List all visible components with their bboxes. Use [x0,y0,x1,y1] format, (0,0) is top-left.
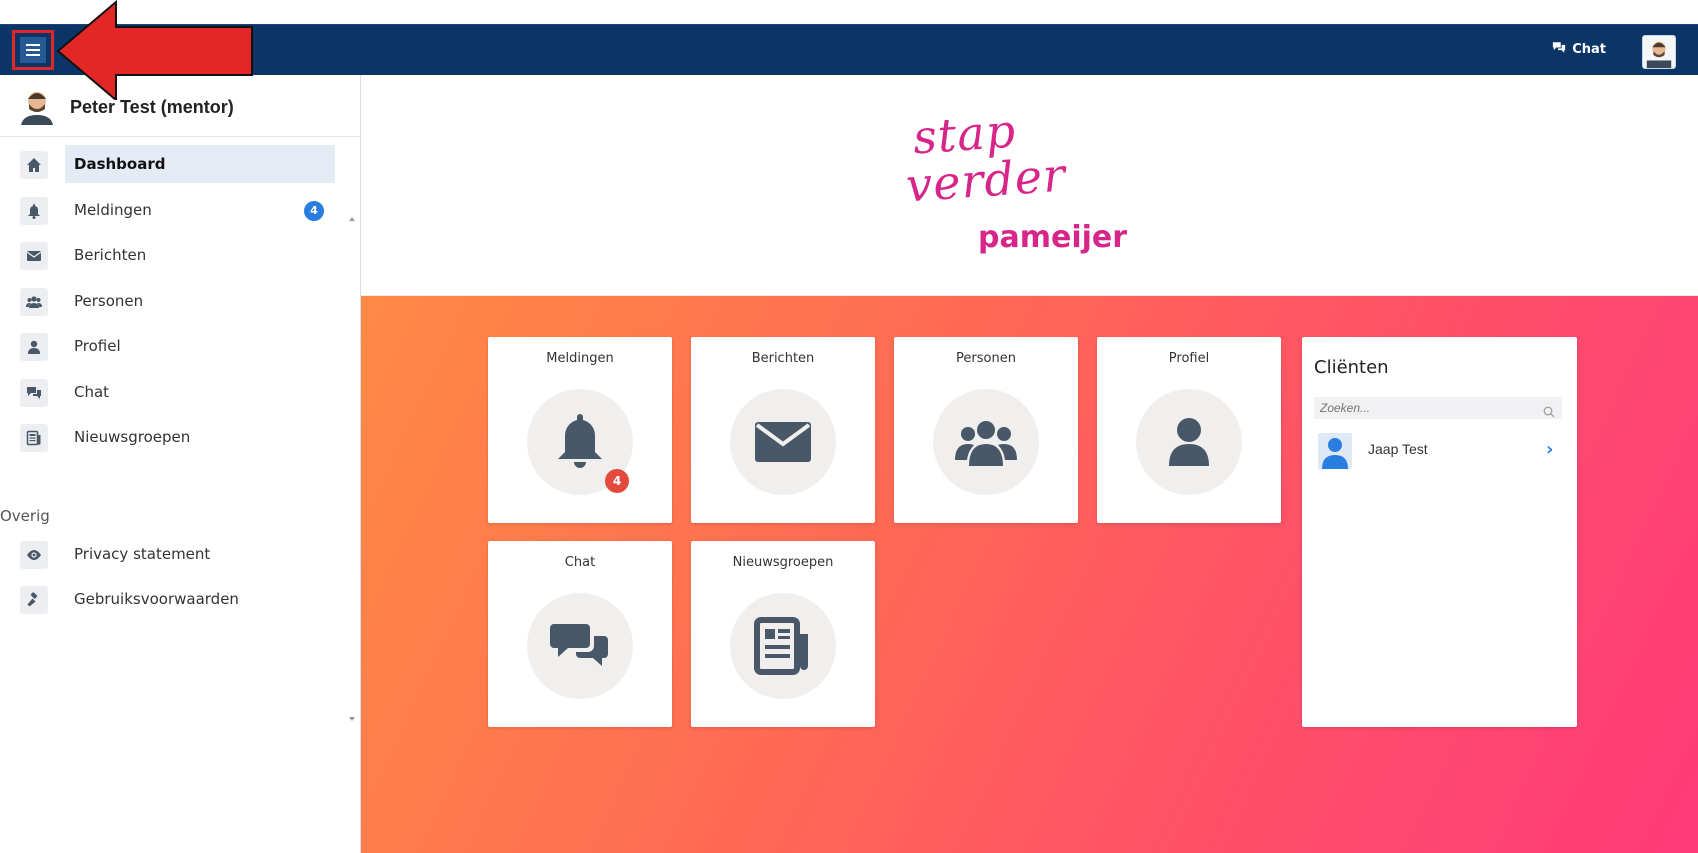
user-avatar-icon[interactable] [1642,35,1676,69]
envelope-icon [730,389,836,495]
tile-title: Personen [956,351,1016,366]
app-page: Chat Peter Test (mentor) Dashboard Meldi… [0,0,1698,853]
sidebar-item-label: Berichten [74,246,147,264]
sidebar-item-personen[interactable]: Personen [0,282,346,322]
sidebar-scrollbar[interactable] [347,137,357,727]
sidebar-item-label: Meldingen [74,201,152,219]
tile-berichten[interactable]: Berichten [691,337,875,523]
logo-line-verder: verder [904,147,1068,213]
sidebar-item-label: Chat [74,383,110,401]
newspaper-icon [20,424,48,452]
tile-title: Berichten [751,351,815,366]
sidebar-user-header: Peter Test (mentor) [0,75,360,137]
sidebar-section-overig: Overig [0,507,50,525]
sidebar-item-chat[interactable]: Chat [0,373,346,413]
home-icon [20,151,48,179]
sidebar-item-dashboard[interactable]: Dashboard [0,145,346,185]
eye-icon [20,541,48,569]
sidebar-item-label: Profiel [74,337,121,355]
tile-title: Meldingen [546,351,614,366]
avatar [18,87,56,125]
sidebar: Peter Test (mentor) Dashboard Meldingen … [0,75,361,853]
sidebar-item-label: Personen [74,292,144,310]
search-icon[interactable] [1543,403,1555,418]
tile-chat[interactable]: Chat [488,541,672,727]
sidebar-item-label: Gebruiksvoorwaarden [74,590,239,608]
tile-nieuwsgroepen[interactable]: Nieuwsgroepen [691,541,875,727]
chat-bubbles-icon [1552,41,1566,58]
chat-icon [20,379,48,407]
sidebar-item-privacy[interactable]: Privacy statement [0,535,346,575]
gavel-icon [20,586,48,614]
users-icon [933,389,1039,495]
sidebar-item-nieuwsgroepen[interactable]: Nieuwsgroepen [0,418,346,458]
sidebar-item-berichten[interactable]: Berichten [0,236,346,276]
sidebar-item-label: Privacy statement [74,545,211,563]
topbar-chat-label: Chat [1572,42,1606,57]
notification-count-badge: 4 [304,201,324,221]
dashboard-main: Meldingen 4 Berichten Personen Profiel C… [361,296,1698,853]
hamburger-icon [20,37,46,63]
client-name: Jaap Test [1368,441,1428,457]
newspaper-icon [730,593,836,699]
user-name: Peter Test (mentor) [70,97,234,117]
user-icon [1136,389,1242,495]
bell-icon [20,197,48,225]
chat-icon [527,593,633,699]
sidebar-item-profiel[interactable]: Profiel [0,327,346,367]
sidebar-item-gebruiksvoorwaarden[interactable]: Gebruiksvoorwaarden [0,580,346,620]
sidebar-item-label: Dashboard [65,145,335,183]
sidebar-item-label: Nieuwsgroepen [74,428,191,446]
top-navbar: Chat [0,24,1698,75]
user-icon [20,333,48,361]
tile-title: Profiel [1168,351,1210,366]
users-icon [20,288,48,316]
clients-title: Cliënten [1314,357,1389,378]
clients-panel: Cliënten Jaap Test › [1302,337,1577,727]
sidebar-item-meldingen[interactable]: Meldingen 4 [0,191,346,231]
scroll-down-arrow-icon[interactable] [349,717,355,721]
header-logo-area: stap verder pameijer [361,75,1698,296]
clients-search-input[interactable] [1314,397,1562,419]
envelope-icon [20,242,48,270]
tile-personen[interactable]: Personen [894,337,1078,523]
logo-line-pameijer: pameijer [978,220,1128,255]
client-avatar-icon [1318,433,1352,469]
tile-title: Chat [564,555,596,570]
chevron-right-icon[interactable]: › [1546,439,1553,460]
menu-toggle-button[interactable] [12,30,54,70]
list-item[interactable]: Jaap Test › [1314,431,1562,471]
tile-title: Nieuwsgroepen [732,555,834,570]
scroll-up-arrow-icon[interactable] [349,217,355,221]
tile-profiel[interactable]: Profiel [1097,337,1281,523]
topbar-chat-link[interactable]: Chat [1552,41,1606,58]
tile-meldingen[interactable]: Meldingen 4 [488,337,672,523]
tile-notification-badge: 4 [605,469,629,493]
